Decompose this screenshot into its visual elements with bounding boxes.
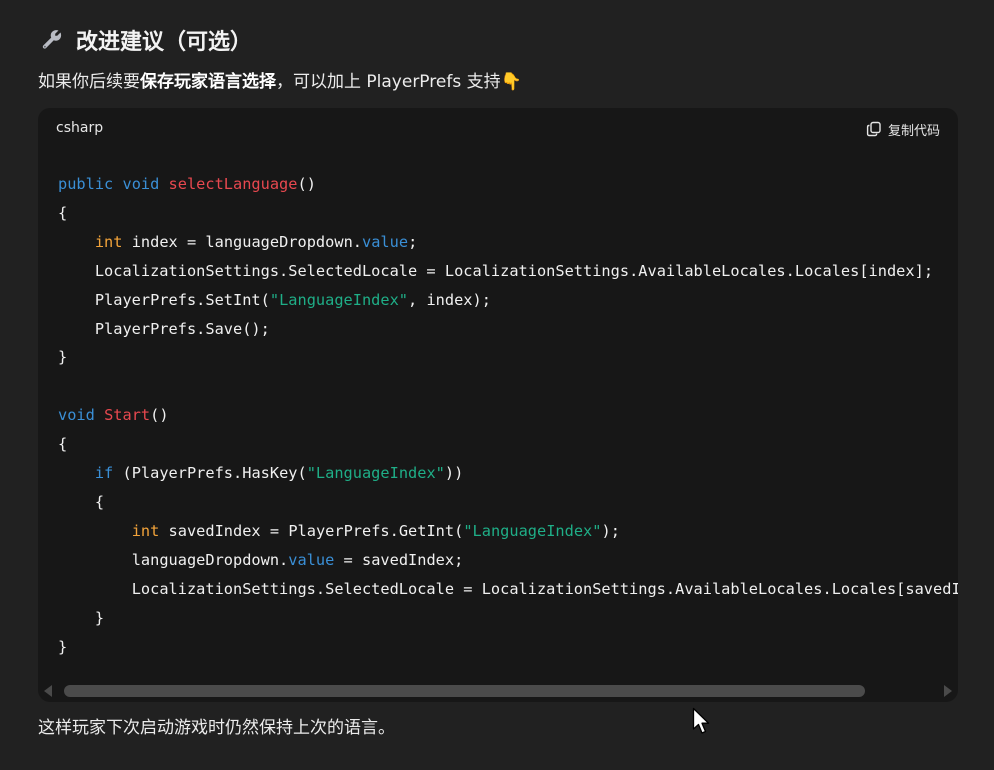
pointing-down-icon: 👇: [500, 72, 522, 92]
code-line: void Start(): [58, 406, 169, 425]
scroll-right-icon[interactable]: [944, 685, 952, 697]
chat-message: 改进建议（可选） 如果你后续要保存玩家语言选择，可以加上 PlayerPrefs…: [0, 0, 994, 770]
copy-icon: [866, 121, 881, 137]
code-line: LocalizationSettings.SelectedLocale = Lo…: [94, 261, 934, 280]
intro-paragraph: 如果你后续要保存玩家语言选择，可以加上 PlayerPrefs 支持👇: [38, 68, 522, 96]
code-language-label: csharp: [56, 120, 104, 136]
code-line: }: [58, 637, 68, 656]
mouse-cursor-icon: [692, 707, 710, 734]
code-line: LocalizationSettings.SelectedLocale = Lo…: [131, 579, 958, 598]
code-line: languageDropdown.value = savedIndex;: [131, 550, 464, 569]
outro-paragraph: 这样玩家下次启动游戏时仍然保持上次的语言。: [38, 718, 395, 738]
heading-text: 改进建议（可选）: [76, 30, 253, 55]
code-line: public void selectLanguage(): [58, 175, 316, 193]
code-header: csharp 复制代码: [38, 108, 958, 152]
section-heading: 改进建议（可选）: [40, 22, 252, 58]
horizontal-scrollbar[interactable]: [38, 680, 958, 702]
code-line: int savedIndex = PlayerPrefs.GetInt("Lan…: [131, 521, 620, 540]
intro-suffix: ，可以加上 PlayerPrefs 支持: [276, 72, 501, 92]
wrench-icon: [40, 27, 66, 53]
code-line: {: [58, 203, 68, 222]
copy-code-label: 复制代码: [887, 123, 940, 139]
code-content: public void selectLanguage() { int index…: [58, 170, 958, 661]
intro-bold: 保存玩家语言选择: [140, 72, 276, 92]
code-line: }: [58, 348, 68, 367]
code-line: PlayerPrefs.SetInt("LanguageIndex", inde…: [94, 290, 491, 309]
code-line: PlayerPrefs.Save();: [94, 319, 270, 338]
intro-prefix: 如果你后续要: [38, 72, 140, 92]
copy-code-button[interactable]: 复制代码: [866, 118, 940, 140]
code-line: int index = languageDropdown.value;: [94, 232, 418, 251]
scroll-left-icon[interactable]: [44, 685, 52, 697]
code-block: csharp 复制代码 public void selectLanguage()…: [38, 108, 958, 702]
code-line: }: [94, 608, 105, 627]
code-line: {: [94, 492, 105, 511]
scrollbar-thumb[interactable]: [64, 685, 865, 697]
code-line: {: [58, 435, 68, 454]
code-line: if (PlayerPrefs.HasKey("LanguageIndex")): [94, 464, 464, 483]
